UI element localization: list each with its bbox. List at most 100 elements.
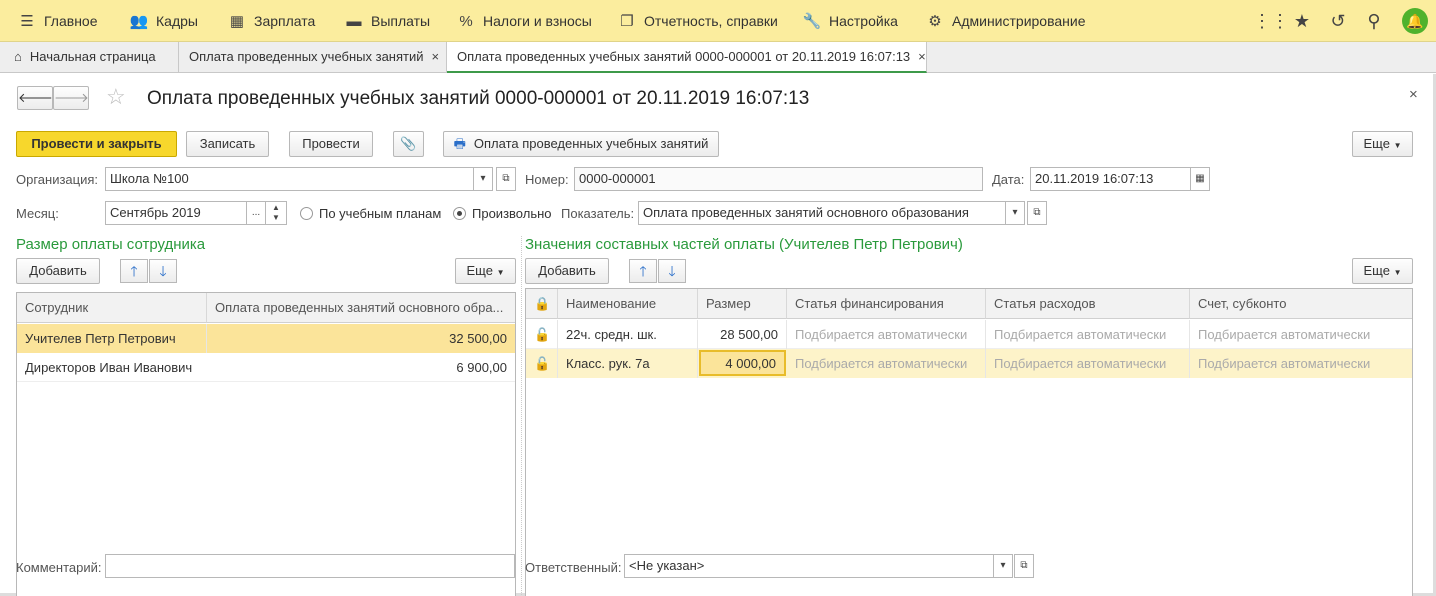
radio-checked-icon — [453, 207, 466, 220]
month-field[interactable]: Сентябрь 2019 — [105, 201, 247, 225]
responsible-field[interactable]: <Не указан> — [624, 554, 994, 578]
print-button-label: Оплата проведенных учебных занятий — [473, 136, 709, 151]
arrow-up-icon[interactable]: 🡑 — [629, 259, 657, 283]
calendar-icon[interactable]: ▦ — [1190, 167, 1210, 191]
unlock-icon: 🔓 — [526, 349, 558, 378]
print-button[interactable]: 🖶 Оплата проведенных учебных занятий — [443, 131, 719, 157]
month-select-button[interactable]: ... — [246, 201, 266, 225]
table-row[interactable]: 🔓 22ч. средн. шк. 28 500,00 Подбирается … — [526, 320, 1412, 349]
menu-item-reports[interactable]: ❐ Отчетность, справки — [616, 0, 778, 42]
wallet-icon: ▬ — [346, 13, 362, 30]
menu-item-settings[interactable]: 🔧 Настройка — [801, 0, 898, 42]
account-cell: Подбирается автоматически — [1198, 356, 1371, 371]
organization-label: Организация: — [16, 172, 99, 187]
date-label: Дата: — [992, 172, 1025, 187]
history-icon[interactable]: ↺ — [1325, 8, 1351, 34]
page-title: Оплата проведенных учебных занятий 0000-… — [147, 88, 810, 109]
table-row-selected[interactable]: 🔓 Класс. рук. 7а 4 000,00 Подбирается ав… — [526, 349, 1412, 378]
amount-cell: 32 500,00 — [449, 331, 507, 346]
menu-item-hr[interactable]: 👥 Кадры — [128, 0, 198, 42]
arrow-down-icon[interactable]: 🡓 — [658, 259, 686, 283]
employees-table: Сотрудник Оплата проведенных занятий осн… — [16, 292, 516, 596]
more-label: Еще — [1363, 263, 1390, 278]
size-cell-editing[interactable]: 4 000,00 — [699, 350, 786, 376]
menu-item-label: Отчетность, справки — [644, 13, 778, 29]
dropdown-chevron-icon[interactable]: ▾ — [473, 167, 493, 191]
radio-arbitrary[interactable]: Произвольно — [453, 206, 552, 221]
save-button[interactable]: Записать — [186, 131, 269, 157]
tab-document[interactable]: Оплата проведенных учебных занятий 0000-… — [447, 42, 927, 73]
open-link-icon[interactable]: ⧉ — [1027, 201, 1047, 225]
favorite-star-icon[interactable]: ☆ — [106, 84, 126, 110]
comment-field[interactable] — [105, 554, 515, 578]
favorites-star-icon[interactable]: ★ — [1289, 8, 1315, 34]
move-buttons: 🡑 🡓 — [120, 259, 180, 283]
account-cell: Подбирается автоматически — [1198, 327, 1371, 342]
arrow-up-icon[interactable]: 🡑 — [120, 259, 148, 283]
open-link-icon[interactable]: ⧉ — [1014, 554, 1034, 578]
menu-item-salary[interactable]: ▦ Зарплата — [226, 0, 315, 42]
chevron-down-icon: ▼ — [496, 268, 505, 277]
indicator-field[interactable]: Оплата проведенных занятий основного обр… — [638, 201, 1006, 225]
chevron-down-icon: ▼ — [1393, 141, 1402, 150]
back-button[interactable]: 🡐 — [17, 86, 53, 110]
right-more-button[interactable]: Еще ▼ — [1352, 258, 1413, 284]
search-icon[interactable]: ⚲ — [1361, 8, 1387, 34]
column-header[interactable]: Статья расходов — [986, 289, 1190, 319]
radio-label: По учебным планам — [319, 206, 442, 221]
more-label: Еще — [1363, 136, 1390, 151]
table-row[interactable]: Директоров Иван Иванович 6 900,00 — [17, 353, 515, 382]
column-header[interactable]: Статья финансирования — [787, 289, 986, 319]
close-icon[interactable]: × — [432, 49, 440, 64]
column-header[interactable]: Сотрудник — [17, 293, 207, 323]
amount-cell: 6 900,00 — [456, 360, 507, 375]
column-header[interactable]: Счет, субконто — [1190, 289, 1412, 319]
attach-paperclip-icon[interactable]: 📎 — [393, 131, 424, 157]
panel-splitter[interactable] — [521, 236, 522, 596]
month-stepper[interactable]: ▲ ▼ — [265, 201, 287, 225]
column-header[interactable]: Наименование — [558, 289, 698, 319]
dropdown-chevron-icon[interactable]: ▾ — [1005, 201, 1025, 225]
chevron-down-icon: ▼ — [1393, 268, 1402, 277]
table-row-selected[interactable]: Учителев Петр Петрович 32 500,00 — [17, 324, 515, 353]
menu-item-taxes[interactable]: % Налоги и взносы — [455, 0, 592, 42]
tab-home[interactable]: ⌂ Начальная страница — [4, 42, 179, 73]
add-employee-button[interactable]: Добавить — [16, 258, 100, 284]
calculator-icon: ▦ — [229, 13, 245, 30]
lock-header-icon: 🔒 — [526, 289, 558, 319]
menu-item-admin[interactable]: ⚙ Администрирование — [924, 0, 1085, 42]
date-field[interactable]: 20.11.2019 16:07:13 — [1030, 167, 1192, 191]
dropdown-chevron-icon[interactable]: ▾ — [993, 554, 1013, 578]
add-component-button[interactable]: Добавить — [525, 258, 609, 284]
number-field[interactable]: 0000-000001 — [574, 167, 983, 191]
column-header[interactable]: Размер — [698, 289, 787, 319]
column-header[interactable]: Оплата проведенных занятий основного обр… — [207, 293, 515, 323]
more-label: Еще — [466, 263, 493, 278]
unlock-icon: 🔓 — [526, 320, 558, 349]
radio-by-plans[interactable]: По учебным планам — [300, 206, 441, 221]
menu-item-label: Налоги и взносы — [483, 13, 592, 29]
apps-grid-icon[interactable]: ⋮⋮ — [1253, 8, 1289, 34]
tab-label: Оплата проведенных учебных занятий — [189, 49, 424, 64]
gear-icon: ⚙ — [928, 13, 942, 30]
open-tabs-bar: ⌂ Начальная страница Оплата проведенных у… — [0, 42, 1436, 73]
post-button[interactable]: Провести — [289, 131, 373, 157]
more-button[interactable]: Еще ▼ — [1352, 131, 1413, 157]
hamburger-icon: ☰ — [20, 13, 34, 30]
arrow-down-icon[interactable]: 🡓 — [149, 259, 177, 283]
post-and-close-button[interactable]: Провести и закрыть — [16, 131, 177, 157]
document-form: 🡐 🡒 ☆ Оплата проведенных учебных занятий… — [0, 74, 1436, 596]
close-form-icon[interactable]: × — [1409, 86, 1418, 103]
open-link-icon[interactable]: ⧉ — [496, 167, 516, 191]
menu-item-main[interactable]: ☰ Главное — [16, 0, 97, 42]
menu-item-payments[interactable]: ▬ Выплаты — [343, 0, 431, 42]
left-more-button[interactable]: Еще ▼ — [455, 258, 516, 284]
tab-list[interactable]: Оплата проведенных учебных занятий × — [179, 42, 447, 73]
indicator-label: Показатель: — [561, 206, 635, 221]
components-table: 🔒 Наименование Размер Статья финансирова… — [525, 288, 1413, 596]
notifications-bell-icon[interactable]: 🔔 — [1402, 8, 1428, 34]
forward-button[interactable]: 🡒 — [53, 86, 89, 110]
close-icon[interactable]: × — [918, 49, 926, 64]
organization-field[interactable]: Школа №100 — [105, 167, 474, 191]
wrench-icon: 🔧 — [802, 13, 822, 30]
